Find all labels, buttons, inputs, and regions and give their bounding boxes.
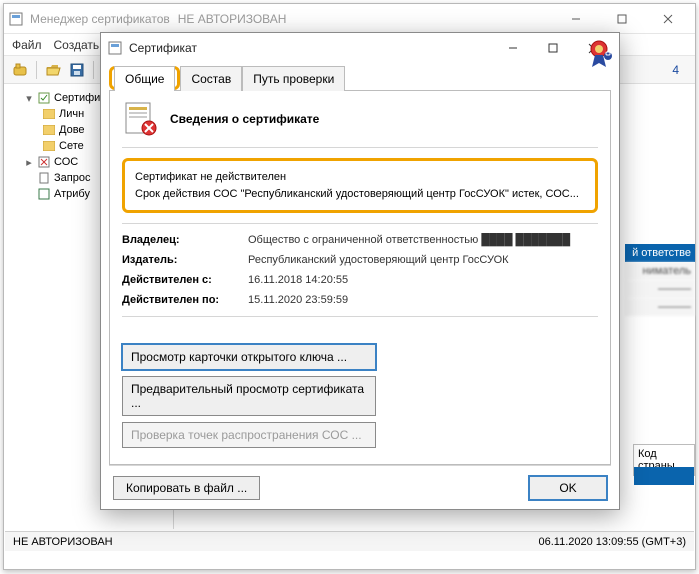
status-bar: НЕ АВТОРИЗОВАН 06.11.2020 13:09:55 (GMT+… <box>5 531 694 551</box>
dialog-icon <box>107 40 123 56</box>
folder-icon <box>42 139 56 153</box>
warning-line-2: Срок действия СОС "Республиканский удост… <box>135 186 585 203</box>
tab-path[interactable]: Путь проверки <box>242 66 345 91</box>
grid-column-header[interactable]: Код страны <box>633 444 695 476</box>
ok-button[interactable]: OK <box>529 476 607 500</box>
tree-item-trusted[interactable]: Дове <box>59 124 85 136</box>
close-button[interactable] <box>645 4 691 34</box>
tab-general[interactable]: Общие <box>114 66 175 91</box>
request-icon <box>37 171 51 185</box>
valid-to-label: Действителен по: <box>122 294 240 306</box>
folder-icon <box>42 107 56 121</box>
folder-icon <box>42 123 56 137</box>
valid-to-value: 15.11.2020 23:59:59 <box>248 294 598 306</box>
dialog-tabs: Общие Состав Путь проверки <box>101 65 353 90</box>
status-left: НЕ АВТОРИЗОВАН <box>13 536 113 548</box>
minimize-button[interactable] <box>553 4 599 34</box>
tree-coc[interactable]: СОС <box>54 156 78 168</box>
copy-to-file-button[interactable]: Копировать в файл ... <box>113 476 260 500</box>
warning-line-1: Сертификат не действителен <box>135 169 585 186</box>
status-timestamp: 06.11.2020 13:09:55 (GMT+3) <box>539 536 686 548</box>
menu-create[interactable]: Создать <box>54 38 100 52</box>
maximize-button[interactable] <box>599 4 645 34</box>
menu-file[interactable]: Файл <box>12 38 42 52</box>
list-row-selected[interactable]: й ответстве <box>625 244 695 262</box>
toolbar-icon-1[interactable] <box>10 60 30 80</box>
certificate-dialog: Сертификат Общие Состав Путь проверки Св… <box>100 32 620 510</box>
issuer-label: Издатель: <box>122 254 240 266</box>
cert-folder-icon <box>37 91 51 105</box>
owner-label: Владелец: <box>122 234 240 246</box>
dialog-body: Сведения о сертификате Сертификат не дей… <box>109 90 611 465</box>
main-titlebar: Менеджер сертификатов НЕ АВТОРИЗОВАН <box>4 4 695 34</box>
tab-general-highlight: Общие <box>109 66 180 90</box>
tree-item-personal[interactable]: Личн <box>59 108 84 120</box>
preview-certificate-button[interactable]: Предварительный просмотр сертификата ... <box>122 376 376 416</box>
tree-expand-icon[interactable]: ▾ <box>24 92 34 105</box>
tree-root[interactable]: Сертифи <box>54 92 100 104</box>
issuer-value: Республиканский удостоверяющий центр Гос… <box>248 254 598 266</box>
toolbar-open-icon[interactable] <box>43 60 63 80</box>
crl-icon <box>37 155 51 169</box>
view-public-key-button[interactable]: Просмотр карточки открытого ключа ... <box>122 344 376 370</box>
toolbar-save-icon[interactable] <box>67 60 87 80</box>
tree-requests[interactable]: Запрос <box>54 172 90 184</box>
toolbar-count: 4 <box>672 63 689 77</box>
certificate-warning-box: Сертификат не действителен Срок действия… <box>122 158 598 213</box>
attr-icon <box>37 187 51 201</box>
valid-from-label: Действителен с: <box>122 274 240 286</box>
dialog-titlebar[interactable]: Сертификат <box>101 33 619 63</box>
list-row[interactable]: ——— <box>625 280 695 298</box>
dialog-title: Сертификат <box>129 41 197 55</box>
list-row[interactable]: ниматель <box>625 262 695 280</box>
tree-expand-icon[interactable]: ▸ <box>24 156 34 169</box>
app-icon <box>8 11 24 27</box>
owner-value: Общество с ограниченной ответственностью… <box>248 234 598 246</box>
list-row[interactable]: ——— <box>625 298 695 316</box>
certificate-info-header: Сведения о сертификате <box>170 112 319 126</box>
dialog-footer: Копировать в файл ... OK <box>109 465 611 509</box>
dialog-minimize-button[interactable] <box>493 34 533 62</box>
tree-attributes[interactable]: Атрибу <box>54 188 90 200</box>
tab-contents[interactable]: Состав <box>180 66 242 91</box>
main-window-subtitle: НЕ АВТОРИЗОВАН <box>178 12 287 26</box>
dialog-maximize-button[interactable] <box>533 34 573 62</box>
valid-from-value: 16.11.2018 14:20:55 <box>248 274 598 286</box>
main-window-title: Менеджер сертификатов <box>30 12 170 26</box>
award-ribbon-icon <box>587 39 613 74</box>
certificate-invalid-icon <box>122 101 158 137</box>
check-crl-button: Проверка точек распространения СОС ... <box>122 422 376 448</box>
tree-item-network[interactable]: Сете <box>59 140 84 152</box>
